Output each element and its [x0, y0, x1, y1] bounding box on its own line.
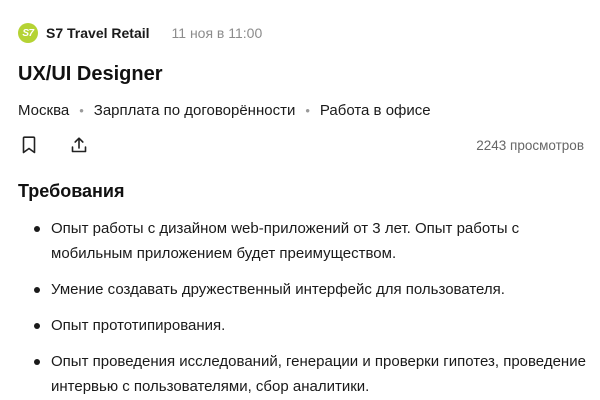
bookmark-button[interactable]: [18, 134, 40, 156]
company-logo[interactable]: S7: [18, 23, 38, 43]
requirements-title: Требования: [18, 181, 125, 201]
requirements-list: Опыт работы с дизайном web-приложений от…: [34, 216, 590, 400]
company-name[interactable]: S7 Travel Retail: [46, 25, 150, 41]
company-header: S7 S7 Travel Retail 11 ноя в 11:00: [18, 22, 262, 44]
separator-dot: •: [79, 102, 84, 118]
list-item: Опыт проведения исследований, генерации …: [34, 349, 590, 399]
action-bar: 2243 просмотров: [18, 134, 584, 156]
bookmark-icon: [22, 136, 36, 154]
job-salary: Зарплата по договорённости: [93, 101, 296, 119]
job-work-format: Работа в офисе: [319, 101, 431, 119]
share-icon: [71, 137, 87, 153]
company-logo-text: S7: [22, 27, 34, 39]
post-date: 11 ноя в 11:00: [171, 25, 263, 41]
separator-dot: •: [305, 102, 310, 118]
job-title: UX/UI Designer: [18, 63, 163, 85]
list-item: Умение создавать дружественный интерфейс…: [34, 277, 590, 302]
share-button[interactable]: [68, 134, 90, 156]
list-item: Опыт прототипирования.: [34, 313, 590, 338]
job-location: Москва: [18, 101, 70, 119]
job-meta: Москва • Зарплата по договорённости • Ра…: [18, 100, 431, 120]
list-item: Опыт работы с дизайном web-приложений от…: [34, 216, 590, 266]
views-count: 2243 просмотров: [476, 137, 584, 153]
